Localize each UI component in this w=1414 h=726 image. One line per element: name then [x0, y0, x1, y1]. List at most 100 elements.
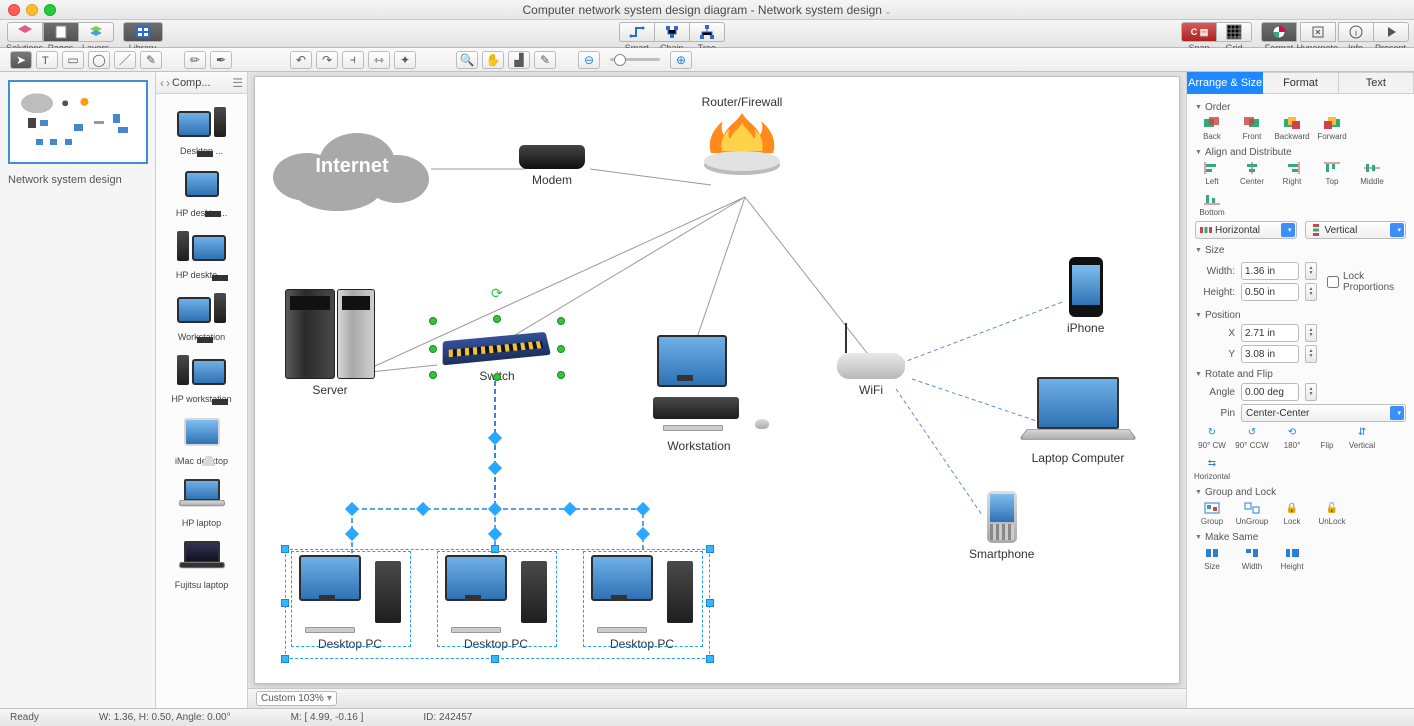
node-internet[interactable]: Internet — [267, 117, 437, 217]
rotate-cw-button[interactable]: ↻90° CW — [1195, 425, 1229, 450]
pointer-tool[interactable]: ➤ — [10, 51, 32, 69]
align-middle-button[interactable]: Middle — [1355, 161, 1389, 186]
library-item[interactable]: HP deskto ... — [158, 160, 245, 218]
align-bottom-button[interactable]: Bottom — [1195, 192, 1229, 217]
width-stepper[interactable]: ▲▼ — [1305, 262, 1317, 280]
page-name[interactable]: Network system design — [8, 174, 147, 186]
library-menu-button[interactable]: ☰ — [232, 76, 243, 90]
section-rotate[interactable]: Rotate and Flip — [1195, 369, 1406, 380]
rotate-left-button[interactable]: ↶ — [290, 51, 312, 69]
node-smartphone[interactable]: Smartphone — [969, 491, 1034, 561]
zoom-slider[interactable] — [610, 58, 660, 61]
node-iphone[interactable]: iPhone — [1067, 257, 1104, 335]
tab-format[interactable]: Format — [1263, 72, 1338, 94]
node-laptop[interactable]: Laptop Computer — [1023, 377, 1133, 465]
pin-dropdown[interactable]: Center-Center▾ — [1241, 404, 1406, 422]
picker-tool[interactable]: ✎ — [534, 51, 556, 69]
height-stepper[interactable]: ▲▼ — [1305, 283, 1317, 301]
node-workstation[interactable]: Workstation — [639, 335, 759, 453]
crop-tool[interactable]: ▟ — [508, 51, 530, 69]
section-make-same[interactable]: Make Same — [1195, 532, 1406, 543]
zoom-dropdown[interactable]: Custom 103%▾ — [256, 691, 337, 706]
library-item[interactable]: Fujitsu laptop — [158, 532, 245, 590]
library-back-button[interactable]: ‹ — [160, 76, 164, 90]
node-switch[interactable]: ⟳ Switch — [433, 321, 561, 383]
node-wifi[interactable]: WiFi — [837, 323, 905, 397]
library-item[interactable]: Workstation — [158, 284, 245, 342]
zoom-out-button[interactable]: ⊖ — [578, 51, 600, 69]
rotate-right-button[interactable]: ↷ — [316, 51, 338, 69]
line-tool[interactable]: ／ — [114, 51, 136, 69]
distribute-vertical-dropdown[interactable]: Vertical▾ — [1305, 221, 1407, 239]
group-button[interactable]: Group — [1195, 501, 1229, 526]
solutions-button[interactable] — [7, 22, 43, 42]
order-backward-button[interactable]: Backward — [1275, 116, 1309, 141]
order-forward-button[interactable]: Forward — [1315, 116, 1349, 141]
library-category[interactable]: Comp... — [172, 77, 230, 89]
eyedropper-tool[interactable]: ✎ — [140, 51, 162, 69]
tab-arrange-size[interactable]: Arrange & Size — [1187, 72, 1263, 94]
angle-stepper[interactable]: ▲▼ — [1305, 383, 1317, 401]
zoom-in-button[interactable]: ⊕ — [670, 51, 692, 69]
width-input[interactable]: 1.36 in — [1241, 262, 1299, 280]
node-router-firewall[interactable]: Router/Firewall — [699, 95, 785, 179]
chain-button[interactable] — [654, 22, 690, 42]
section-position[interactable]: Position — [1195, 310, 1406, 321]
node-modem[interactable]: Modem — [519, 145, 585, 187]
section-order[interactable]: Order — [1195, 102, 1406, 113]
format-panel-button[interactable] — [1261, 22, 1297, 42]
library-item[interactable]: HP deskto ... — [158, 222, 245, 280]
x-stepper[interactable]: ▲▼ — [1305, 324, 1317, 342]
text-tool[interactable]: T — [36, 51, 58, 69]
node-desktop-pc[interactable]: Desktop PC — [295, 555, 405, 651]
align-center-button[interactable]: Center — [1235, 161, 1269, 186]
tree-button[interactable] — [689, 22, 725, 42]
library-item[interactable]: iMac desktop — [158, 408, 245, 466]
flip-vertical-button[interactable]: ⇵Vertical — [1345, 425, 1379, 450]
misc-tool[interactable]: ✦ — [394, 51, 416, 69]
rotate-180-button[interactable]: ⟲180° — [1275, 425, 1309, 450]
rotate-handle-icon[interactable]: ⟳ — [491, 285, 503, 302]
layers-button[interactable] — [78, 22, 114, 42]
brush-tool[interactable]: ✏ — [184, 51, 206, 69]
rotate-ccw-button[interactable]: ↺90° CCW — [1235, 425, 1269, 450]
same-size-button[interactable]: Size — [1195, 546, 1229, 571]
same-width-button[interactable]: Width — [1235, 546, 1269, 571]
grid-button[interactable] — [1216, 22, 1252, 42]
distribute-button[interactable]: ⇿ — [368, 51, 390, 69]
height-input[interactable]: 0.50 in — [1241, 283, 1299, 301]
section-group[interactable]: Group and Lock — [1195, 487, 1406, 498]
node-desktop-pc[interactable]: Desktop PC — [441, 555, 551, 651]
library-forward-button[interactable]: › — [166, 76, 170, 90]
same-height-button[interactable]: Height — [1275, 546, 1309, 571]
distribute-horizontal-dropdown[interactable]: Horizontal▾ — [1195, 221, 1297, 239]
ellipse-tool[interactable]: ◯ — [88, 51, 110, 69]
align-right-button[interactable]: Right — [1275, 161, 1309, 186]
library-item[interactable]: Desktop ... — [158, 98, 245, 156]
order-front-button[interactable]: Front — [1235, 116, 1269, 141]
page-thumbnail[interactable] — [8, 80, 148, 164]
tab-text[interactable]: Text — [1339, 72, 1414, 94]
x-input[interactable]: 2.71 in — [1241, 324, 1299, 342]
canvas[interactable]: Internet Modem Router/Firewall Server — [254, 76, 1180, 684]
flip-horizontal-button[interactable]: ⇆Horizontal — [1195, 456, 1229, 481]
order-back-button[interactable]: Back — [1195, 116, 1229, 141]
ungroup-button[interactable]: UnGroup — [1235, 501, 1269, 526]
rect-tool[interactable]: ▭ — [62, 51, 84, 69]
title-dropdown-icon[interactable]: ⌄ — [884, 6, 892, 16]
smart-connector-button[interactable] — [619, 22, 655, 42]
pen-tool[interactable]: ✒ — [210, 51, 232, 69]
info-button[interactable]: i — [1338, 22, 1374, 42]
library-item[interactable]: HP laptop — [158, 470, 245, 528]
unlock-button[interactable]: 🔓UnLock — [1315, 501, 1349, 526]
lock-proportions-checkbox[interactable]: Lock Proportions — [1327, 259, 1406, 304]
snap-button[interactable]: C ▤ — [1181, 22, 1217, 42]
align-left-button[interactable]: Left — [1195, 161, 1229, 186]
node-server[interactable]: Server — [285, 289, 375, 397]
zoom-tool[interactable]: 🔍 — [456, 51, 478, 69]
pages-button[interactable] — [43, 22, 79, 42]
present-button[interactable] — [1373, 22, 1409, 42]
align-top-button[interactable]: Top — [1315, 161, 1349, 186]
library-button[interactable] — [123, 22, 163, 42]
pan-tool[interactable]: ✋ — [482, 51, 504, 69]
